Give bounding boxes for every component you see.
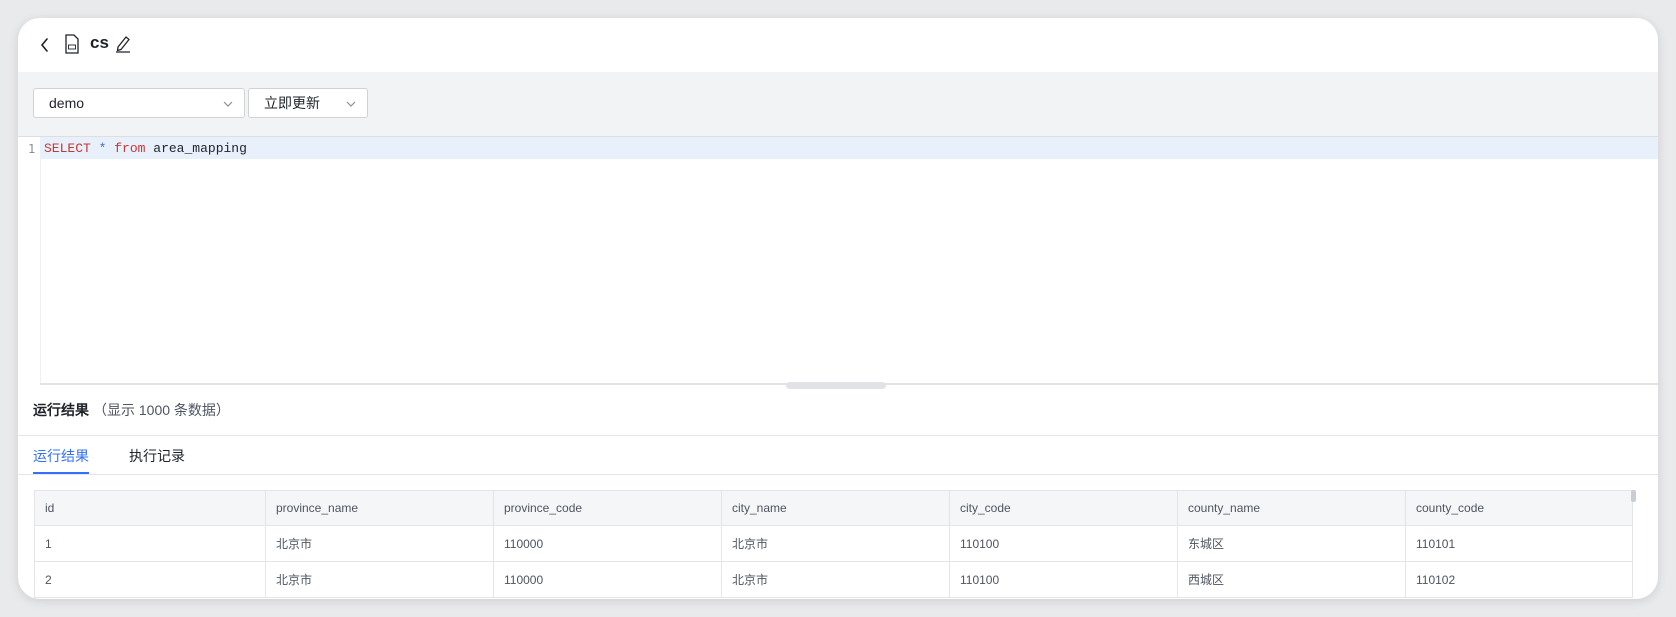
sql-editor[interactable]: 1 SELECT * from area_mapping xyxy=(18,136,1658,385)
line-number: 1 xyxy=(28,142,36,156)
table-cell: 110100 xyxy=(949,525,1178,562)
results-table: id province_name province_code city_name… xyxy=(34,490,1633,598)
table-cell: 2 xyxy=(34,561,266,598)
query-window: cs demo 立即更新 1 SELECT * from area_mappin… xyxy=(18,18,1658,599)
results-tabs: 运行结果 执行记录 xyxy=(18,436,1658,474)
results-title: 运行结果 xyxy=(33,402,89,418)
update-mode-select[interactable]: 立即更新 xyxy=(248,88,368,118)
table-cell: 北京市 xyxy=(721,561,950,598)
active-line-highlight xyxy=(40,137,1658,159)
rename-button[interactable] xyxy=(114,33,134,55)
header-bar: cs xyxy=(18,18,1658,72)
table-scrollbar[interactable] xyxy=(1631,490,1636,502)
column-header[interactable]: province_name xyxy=(265,490,494,526)
table-cell: 110102 xyxy=(1405,561,1633,598)
chevron-down-icon xyxy=(223,101,233,107)
table-identifier: area_mapping xyxy=(153,141,247,156)
table-row[interactable]: 2 北京市 110000 北京市 110100 西城区 110102 xyxy=(34,561,1633,598)
results-header: 运行结果 （显示 1000 条数据） xyxy=(33,400,230,420)
chevron-left-icon xyxy=(40,38,48,52)
table-cell: 110101 xyxy=(1405,525,1633,562)
results-count: （显示 1000 条数据） xyxy=(93,402,230,418)
pencil-icon xyxy=(116,36,130,53)
table-cell: 北京市 xyxy=(721,525,950,562)
column-header[interactable]: city_code xyxy=(949,490,1178,526)
operator-star: * xyxy=(98,141,107,156)
results-table-container[interactable]: id province_name province_code city_name… xyxy=(34,490,1638,599)
tab-results[interactable]: 运行结果 xyxy=(33,446,89,466)
divider xyxy=(18,474,1658,475)
update-mode-value: 立即更新 xyxy=(264,95,320,111)
table-header-row: id province_name province_code city_name… xyxy=(34,490,1633,526)
column-header[interactable]: id xyxy=(34,490,266,526)
chevron-down-icon xyxy=(346,101,356,107)
code-line[interactable]: SELECT * from area_mapping xyxy=(44,141,247,156)
column-header[interactable]: province_code xyxy=(493,490,722,526)
panel-resize-handle[interactable] xyxy=(786,382,886,389)
back-button[interactable] xyxy=(34,34,56,56)
table-cell: 110000 xyxy=(493,561,722,598)
table-cell: 北京市 xyxy=(265,561,494,598)
table-cell: 110000 xyxy=(493,525,722,562)
column-header[interactable]: county_name xyxy=(1177,490,1406,526)
keyword-from: from xyxy=(114,141,146,156)
sql-file-icon xyxy=(65,34,79,54)
column-header[interactable]: county_code xyxy=(1405,490,1633,526)
table-cell: 1 xyxy=(34,525,266,562)
table-row[interactable]: 1 北京市 110000 北京市 110100 东城区 110101 xyxy=(34,525,1633,562)
line-gutter: 1 xyxy=(18,137,41,384)
table-cell: 西城区 xyxy=(1177,561,1406,598)
database-select-value: demo xyxy=(49,95,85,111)
table-cell: 东城区 xyxy=(1177,525,1406,562)
keyword-select: SELECT xyxy=(44,141,91,156)
tab-history[interactable]: 执行记录 xyxy=(129,446,185,466)
page-title: cs xyxy=(90,33,109,52)
table-cell: 北京市 xyxy=(265,525,494,562)
table-cell: 110100 xyxy=(949,561,1178,598)
database-select[interactable]: demo xyxy=(33,88,245,118)
column-header[interactable]: city_name xyxy=(721,490,950,526)
